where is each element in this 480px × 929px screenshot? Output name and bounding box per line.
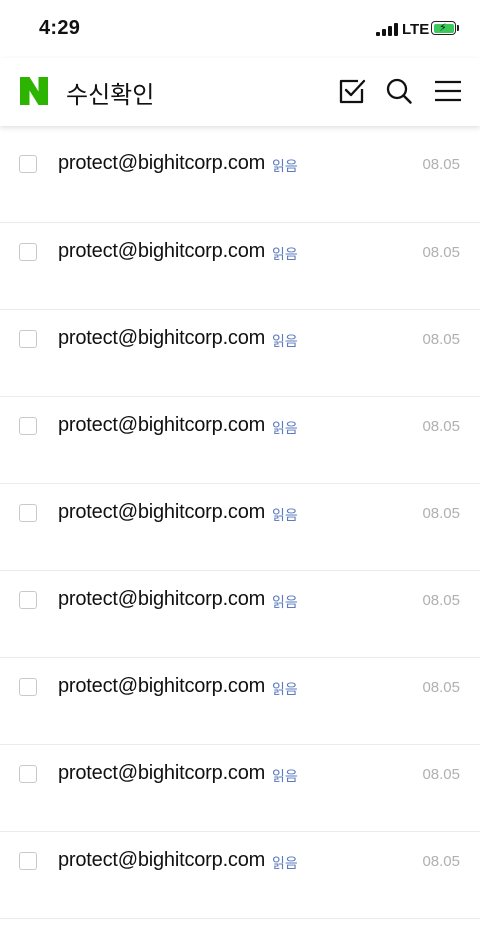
network-type: LTE <box>402 21 430 38</box>
read-status: 읽음 <box>272 420 298 436</box>
battery-icon: ⚡ <box>431 21 461 37</box>
row-checkbox[interactable] <box>19 504 37 522</box>
read-status: 읽음 <box>272 333 298 349</box>
mail-date: 08.05 <box>422 853 460 870</box>
sender-address: protect@bighitcorp.com <box>58 588 266 610</box>
check-square-icon[interactable] <box>338 77 366 105</box>
mail-row[interactable]: protect@bighitcorp.com 읽음 08.05 <box>0 571 480 658</box>
read-status: 읽음 <box>272 246 298 262</box>
mail-date: 08.05 <box>422 331 460 348</box>
mail-date: 08.05 <box>422 505 460 522</box>
read-status: 읽음 <box>272 158 298 174</box>
search-icon[interactable] <box>385 77 413 105</box>
sender-address: protect@bighitcorp.com <box>58 849 266 871</box>
sender-address: protect@bighitcorp.com <box>58 240 266 262</box>
mail-row[interactable]: protect@bighitcorp.com 읽음 08.05 <box>0 397 480 484</box>
read-status: 읽음 <box>272 507 298 523</box>
mail-row[interactable]: protect@bighitcorp.com 읽음 08.05 <box>0 126 480 223</box>
menu-icon[interactable] <box>434 77 462 105</box>
row-checkbox[interactable] <box>19 330 37 348</box>
sender-address: protect@bighitcorp.com <box>58 675 266 697</box>
mail-row[interactable]: protect@bighitcorp.com 읽음 08.05 <box>0 832 480 919</box>
row-checkbox[interactable] <box>19 852 37 870</box>
row-checkbox[interactable] <box>19 591 37 609</box>
row-checkbox[interactable] <box>19 155 37 173</box>
sender-address: protect@bighitcorp.com <box>58 414 266 436</box>
page-title: 수신확인 <box>66 82 155 109</box>
row-checkbox[interactable] <box>19 678 37 696</box>
row-checkbox[interactable] <box>19 417 37 435</box>
mail-list: protect@bighitcorp.com 읽음 08.05 protect@… <box>0 126 480 919</box>
mail-date: 08.05 <box>422 766 460 783</box>
mail-row[interactable]: protect@bighitcorp.com 읽음 08.05 <box>0 745 480 832</box>
sender-address: protect@bighitcorp.com <box>58 327 266 349</box>
mail-date: 08.05 <box>422 418 460 435</box>
row-checkbox[interactable] <box>19 243 37 261</box>
row-checkbox[interactable] <box>19 765 37 783</box>
status-time: 4:29 <box>39 17 81 39</box>
read-status: 읽음 <box>272 594 298 610</box>
sender-address: protect@bighitcorp.com <box>58 762 266 784</box>
mail-row[interactable]: protect@bighitcorp.com 읽음 08.05 <box>0 223 480 310</box>
mail-row[interactable]: protect@bighitcorp.com 읽음 08.05 <box>0 310 480 397</box>
read-status: 읽음 <box>272 768 298 784</box>
mail-row[interactable]: protect@bighitcorp.com 읽음 08.05 <box>0 484 480 571</box>
mail-row[interactable]: protect@bighitcorp.com 읽음 08.05 <box>0 658 480 745</box>
read-status: 읽음 <box>272 855 298 871</box>
mail-date: 08.05 <box>422 244 460 261</box>
read-status: 읽음 <box>272 681 298 697</box>
status-bar: 4:29 LTE ⚡ <box>0 0 480 58</box>
app-header: 수신확인 <box>0 58 480 126</box>
naver-logo-icon[interactable] <box>18 75 50 107</box>
sender-address: protect@bighitcorp.com <box>58 152 266 174</box>
mail-date: 08.05 <box>422 592 460 609</box>
mail-date: 08.05 <box>422 156 460 173</box>
signal-icon <box>376 23 398 36</box>
sender-address: protect@bighitcorp.com <box>58 501 266 523</box>
mail-date: 08.05 <box>422 679 460 696</box>
